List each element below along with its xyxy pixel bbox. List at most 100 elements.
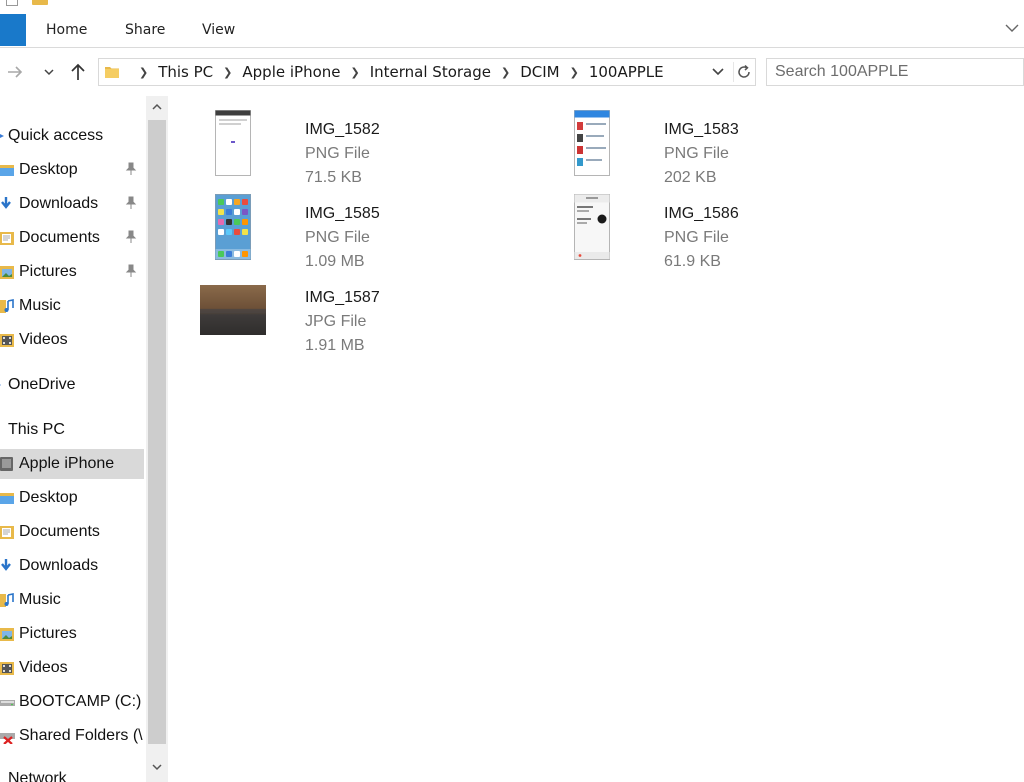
nav-pc-documents[interactable]: Documents	[0, 517, 144, 547]
nav-item-label: BOOTCAMP (C:)	[19, 693, 142, 710]
nav-onedrive-label: OneDrive	[8, 376, 76, 393]
file-name: IMG_1582	[305, 121, 380, 138]
nav-item-label: Pictures	[19, 625, 77, 642]
nav-network-label: Network	[8, 770, 67, 782]
nav-pc-desktop[interactable]: Desktop	[0, 483, 144, 513]
nav-pc-downloads[interactable]: Downloads	[0, 551, 144, 581]
file-type: PNG File	[664, 145, 729, 162]
nav-item-label: Shared Folders (\	[19, 727, 143, 744]
breadcrumb-separator-icon[interactable]: ❯	[139, 66, 148, 79]
nav-item-label: Documents	[19, 229, 100, 246]
recent-locations-chevron-icon[interactable]	[38, 62, 60, 82]
nav-item-label: Videos	[19, 331, 68, 348]
expand-caret-icon[interactable]	[0, 381, 3, 389]
ribbon-expand-chevron-icon[interactable]	[1004, 20, 1020, 36]
nav-pc-shared-folders[interactable]: Shared Folders (\	[0, 721, 144, 751]
ribbon: Home Share View	[0, 12, 1024, 48]
file-size: 1.91 MB	[305, 337, 365, 354]
breadcrumb-100apple[interactable]: 100APPLE	[589, 63, 664, 81]
nav-item-label: Apple iPhone	[19, 455, 115, 472]
phone-device-icon	[0, 457, 13, 471]
nav-quick-access[interactable]: Quick access	[0, 121, 144, 151]
scroll-thumb[interactable]	[148, 120, 166, 744]
address-folder-icon	[104, 64, 120, 80]
file-tile[interactable]: IMG_1586 PNG File 61.9 KB	[557, 188, 877, 270]
breadcrumb-separator-icon[interactable]: ❯	[570, 66, 579, 79]
music-folder-icon	[0, 593, 14, 607]
nav-item-label: Music	[19, 297, 61, 314]
pin-icon[interactable]	[124, 196, 138, 210]
tab-share[interactable]: Share	[125, 22, 165, 38]
scroll-up-arrow-icon[interactable]	[149, 100, 165, 114]
downloads-arrow-icon	[1, 559, 11, 571]
breadcrumb-separator-icon[interactable]: ❯	[501, 66, 510, 79]
music-folder-icon	[0, 299, 14, 313]
file-thumbnail-icon	[574, 194, 610, 260]
nav-pc-music[interactable]: Music	[0, 585, 144, 615]
nav-quick-desktop[interactable]: Desktop	[0, 155, 144, 185]
nav-onedrive[interactable]: OneDrive	[0, 370, 144, 400]
nav-pc-pictures[interactable]: Pictures	[0, 619, 144, 649]
refresh-icon[interactable]	[733, 62, 753, 82]
nav-quick-pictures[interactable]: Pictures	[0, 257, 144, 287]
nav-quick-music[interactable]: Music	[0, 291, 144, 321]
nav-quick-downloads[interactable]: Downloads	[0, 189, 144, 219]
tab-home[interactable]: Home	[46, 22, 87, 38]
nav-pane-scrollbar[interactable]	[146, 96, 168, 782]
file-thumbnail-icon	[574, 110, 610, 176]
pin-icon[interactable]	[124, 264, 138, 278]
breadcrumb-dcim[interactable]: DCIM	[520, 63, 559, 81]
breadcrumb: ❯ This PC ❯ Apple iPhone ❯ Internal Stor…	[129, 59, 664, 85]
pictures-folder-icon	[0, 628, 14, 641]
breadcrumb-internal-storage[interactable]: Internal Storage	[370, 63, 491, 81]
pin-icon[interactable]	[124, 230, 138, 244]
nav-pc-apple-iphone[interactable]: Apple iPhone	[0, 449, 144, 479]
breadcrumb-separator-icon[interactable]: ❯	[223, 66, 232, 79]
disconnected-network-drive-icon	[0, 733, 15, 744]
file-tile[interactable]: IMG_1582 PNG File 71.5 KB	[198, 104, 518, 186]
videos-folder-icon	[0, 334, 14, 347]
file-type: PNG File	[305, 229, 370, 246]
expand-caret-icon[interactable]	[0, 132, 4, 140]
breadcrumb-this-pc[interactable]: This PC	[158, 63, 213, 81]
breadcrumb-apple-iphone[interactable]: Apple iPhone	[242, 63, 340, 81]
tab-view[interactable]: View	[202, 22, 235, 38]
nav-this-pc[interactable]: This PC	[0, 415, 144, 445]
nav-network[interactable]: Network	[0, 764, 144, 782]
nav-item-label: Videos	[19, 659, 68, 676]
pin-icon[interactable]	[124, 162, 138, 176]
nav-pc-videos[interactable]: Videos	[0, 653, 144, 683]
file-type: PNG File	[305, 145, 370, 162]
address-dropdown-chevron-icon[interactable]	[709, 64, 727, 80]
file-name: IMG_1586	[664, 205, 739, 222]
file-thumbnail-icon	[215, 194, 251, 260]
scroll-down-arrow-icon[interactable]	[149, 760, 165, 774]
forward-arrow-icon[interactable]	[4, 62, 26, 82]
nav-item-label: Desktop	[19, 161, 78, 178]
documents-folder-icon	[0, 232, 14, 245]
file-tile[interactable]: IMG_1587 JPG File 1.91 MB	[198, 272, 518, 354]
nav-quick-documents[interactable]: Documents	[0, 223, 144, 253]
file-name: IMG_1585	[305, 205, 380, 222]
file-name: IMG_1587	[305, 289, 380, 306]
file-tile[interactable]: IMG_1585 PNG File 1.09 MB	[198, 188, 518, 270]
nav-quick-videos[interactable]: Videos	[0, 325, 144, 355]
nav-pc-bootcamp[interactable]: BOOTCAMP (C:)	[0, 687, 144, 717]
title-checkbox-icon	[6, 0, 18, 6]
navigation-pane: Quick access Desktop Downloads Documents…	[0, 96, 146, 782]
breadcrumb-separator-icon[interactable]: ❯	[351, 66, 360, 79]
address-bar[interactable]: ❯ This PC ❯ Apple iPhone ❯ Internal Stor…	[98, 58, 756, 86]
file-name: IMG_1583	[664, 121, 739, 138]
file-tab[interactable]	[0, 14, 26, 46]
documents-folder-icon	[0, 526, 14, 539]
search-input[interactable]	[766, 58, 1024, 86]
up-arrow-icon[interactable]	[66, 62, 90, 82]
file-thumbnail-icon	[200, 285, 266, 335]
file-size: 202 KB	[664, 169, 717, 186]
file-tile[interactable]: IMG_1583 PNG File 202 KB	[557, 104, 877, 186]
nav-item-label: Pictures	[19, 263, 77, 280]
address-row: ❯ This PC ❯ Apple iPhone ❯ Internal Stor…	[0, 48, 1024, 96]
drive-icon	[0, 700, 15, 706]
title-bar	[0, 0, 1024, 10]
file-list: IMG_1582 PNG File 71.5 KB IMG_1583 PNG F…	[168, 96, 1024, 782]
